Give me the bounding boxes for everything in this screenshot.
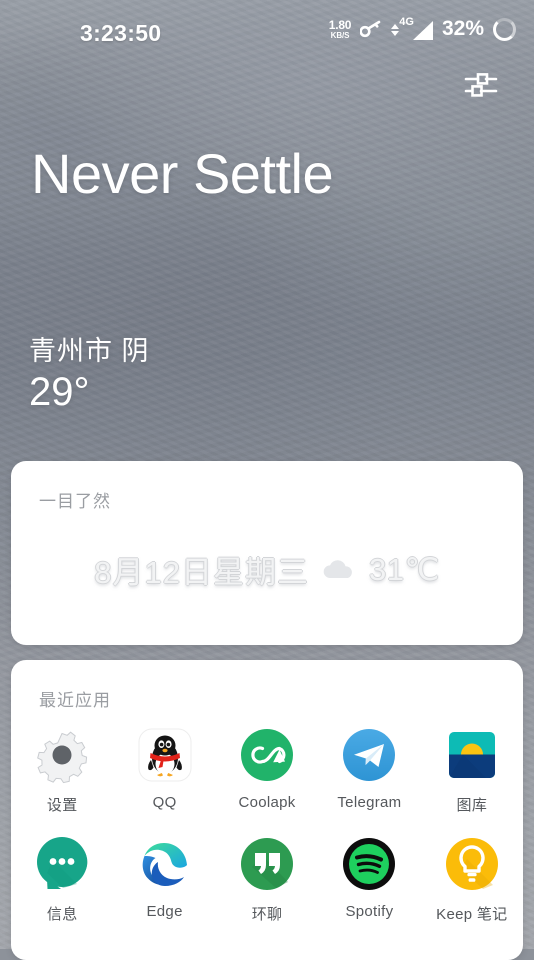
telegram-icon <box>340 726 398 784</box>
app-item-coolapk[interactable]: Coolapk <box>216 726 318 815</box>
coolapk-icon <box>238 726 296 784</box>
app-label: Telegram <box>337 794 402 811</box>
status-bar-clock: 3:23:50 <box>80 20 162 46</box>
recent-apps-grid: 设置 QQ Coolapk Telegram 图库 信息 Edge 环聊 Spo… <box>11 726 523 924</box>
app-label: Edge <box>146 903 183 920</box>
app-label: 信息 <box>46 906 78 923</box>
network-speed-unit: KB/S <box>330 31 350 40</box>
app-row: 信息 Edge 环聊 Spotify Keep 笔记 <box>11 835 523 924</box>
app-label: 环聊 <box>251 906 283 923</box>
keep-notes-icon <box>443 835 501 893</box>
network-type-label: 4G <box>399 16 414 28</box>
app-label: Coolapk <box>238 794 296 811</box>
app-item-messages[interactable]: 信息 <box>11 835 113 924</box>
at-a-glance-card[interactable]: 一目了然 8月12日星期三 31℃ <box>11 461 523 645</box>
key-icon <box>359 20 382 38</box>
battery-ring-icon <box>493 17 516 41</box>
at-a-glance-content[interactable]: 8月12日星期三 31℃ <box>11 547 523 592</box>
qq-penguin-icon <box>136 726 194 784</box>
glance-temperature-label: 31℃ <box>368 551 440 587</box>
wallpaper-weather-temperature: 29° <box>29 370 90 414</box>
app-label: 图库 <box>456 797 488 814</box>
battery-percent-label: 32% <box>441 17 484 40</box>
spotify-icon <box>340 835 398 893</box>
settings-gear-icon <box>33 726 91 784</box>
app-item-gallery[interactable]: 图库 <box>421 726 523 815</box>
at-a-glance-title: 一目了然 <box>39 492 111 511</box>
app-item-hangouts[interactable]: 环聊 <box>216 835 318 924</box>
app-label: Keep 笔记 <box>436 906 508 923</box>
app-item-settings[interactable]: 设置 <box>11 726 113 815</box>
network-speed-indicator: 1.80 KB/S <box>329 19 352 40</box>
cloud-icon <box>321 559 357 581</box>
app-label: QQ <box>152 794 177 811</box>
status-bar-indicators: 1.80 KB/S 4G 32% <box>329 16 516 42</box>
signal-bars-icon <box>412 21 433 40</box>
app-label: 设置 <box>46 797 78 814</box>
gallery-icon <box>443 726 501 784</box>
network-speed-value: 1.80 <box>328 18 352 32</box>
app-item-spotify[interactable]: Spotify <box>318 835 420 924</box>
page-title: Never Settle <box>31 142 334 205</box>
app-row: 设置 QQ Coolapk Telegram 图库 <box>11 726 523 815</box>
app-item-qq[interactable]: QQ <box>113 726 215 815</box>
hangouts-icon <box>238 835 296 893</box>
app-item-keep-notes[interactable]: Keep 笔记 <box>421 835 523 924</box>
app-item-telegram[interactable]: Telegram <box>318 726 420 815</box>
app-label: Spotify <box>345 903 394 920</box>
status-bar: 3:23:50 1.80 KB/S 4G 32% <box>0 0 534 56</box>
glance-date-label: 8月12日星期三 <box>94 555 309 590</box>
data-updown-icon <box>391 20 400 40</box>
app-item-edge[interactable]: Edge <box>113 835 215 924</box>
sliders-icon[interactable] <box>458 62 504 108</box>
mobile-signal-indicator: 4G <box>391 16 433 40</box>
recent-apps-card: 最近应用 设置 QQ Coolapk Telegram 图库 信息 Edge 环… <box>11 660 523 960</box>
edge-icon <box>136 835 194 893</box>
wallpaper-weather-location: 青州市 阴 <box>29 336 150 366</box>
messages-icon <box>33 835 91 893</box>
recent-apps-title: 最近应用 <box>39 691 111 710</box>
